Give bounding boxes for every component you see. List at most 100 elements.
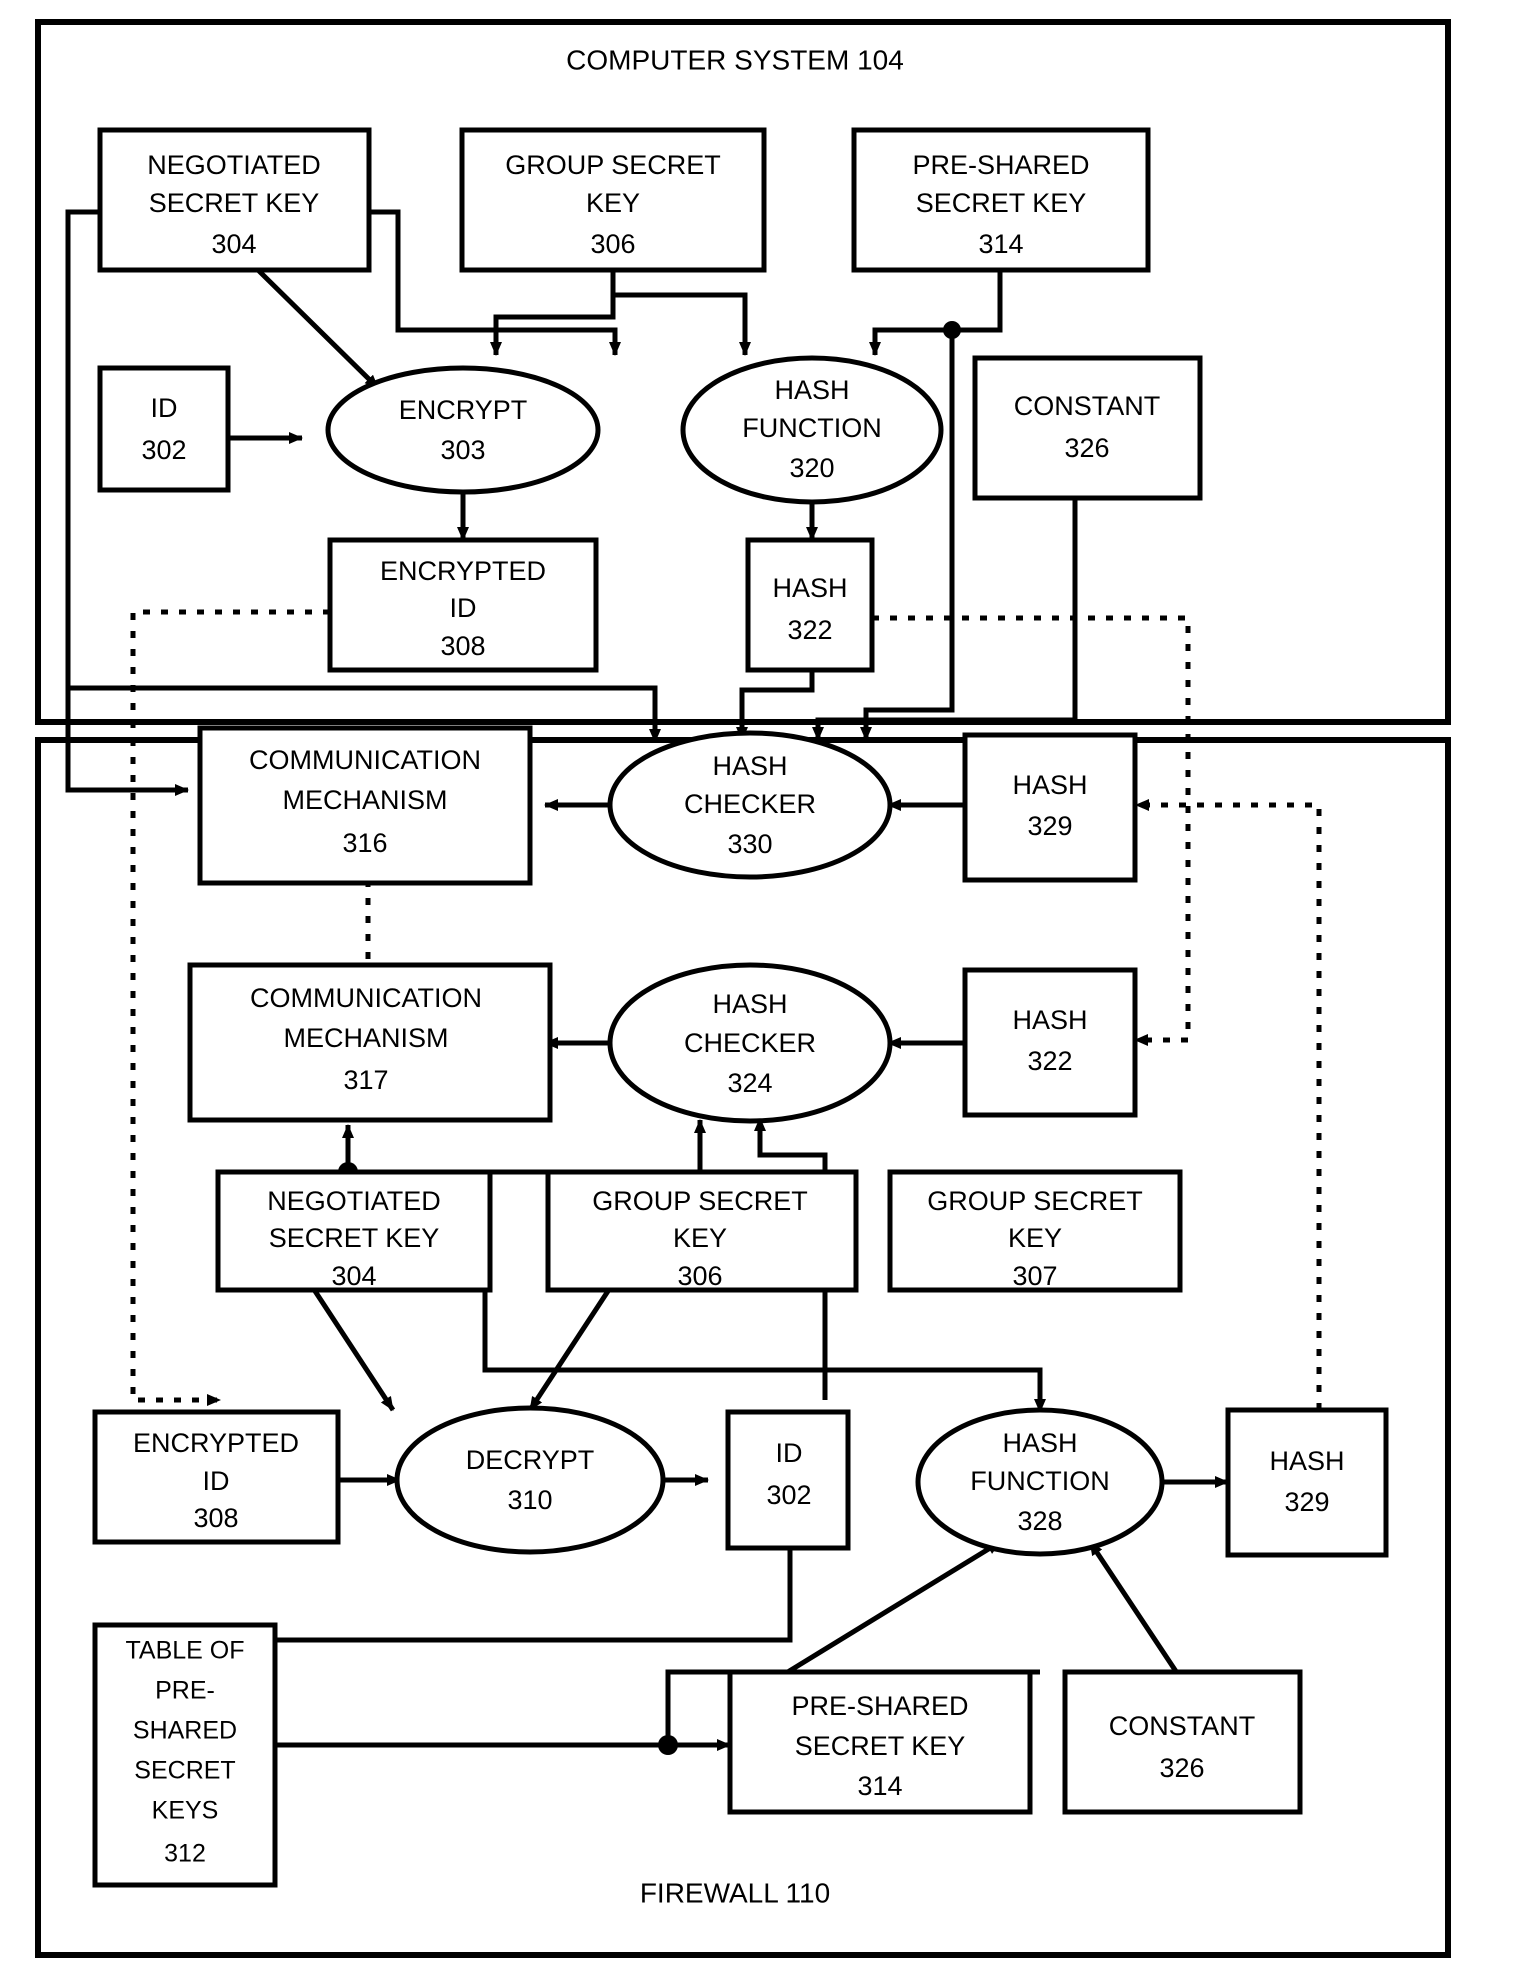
- node-line: HASH: [1002, 1428, 1077, 1458]
- node-line: HASH: [712, 989, 787, 1019]
- node-line: NEGOTIATED: [267, 1186, 441, 1216]
- node-pre-shared-secret-key-314-bottom: PRE-SHARED SECRET KEY 314: [727, 1669, 1033, 1815]
- node-encrypted-id-308-top: ENCRYPTED ID 308: [327, 537, 599, 673]
- node-pre-shared-secret-key-314: PRE-SHARED SECRET KEY 314: [851, 127, 1151, 273]
- node-line: 314: [978, 229, 1023, 259]
- node-line: ENCRYPTED: [133, 1428, 299, 1458]
- node-line: 302: [141, 435, 186, 465]
- node-hash-checker-324: HASH CHECKER 324: [607, 962, 893, 1124]
- node-id-302-top: ID 302: [97, 365, 231, 493]
- node-line: 326: [1159, 1753, 1204, 1783]
- node-line: 314: [857, 1771, 902, 1801]
- node-line: 329: [1027, 811, 1072, 841]
- node-line: ID: [151, 393, 178, 423]
- node-communication-mechanism-317: COMMUNICATION MECHANISM 317: [187, 962, 553, 1123]
- node-line: 303: [440, 435, 485, 465]
- node-line: 307: [1012, 1261, 1057, 1291]
- wire-nsk304b-to-hashchecker324: [348, 1119, 706, 1175]
- node-line: GROUP SECRET: [592, 1186, 808, 1216]
- node-line: 306: [590, 229, 635, 259]
- node-encrypt-303: ENCRYPT 303: [325, 365, 601, 495]
- node-line: PRE-SHARED: [791, 1691, 968, 1721]
- node-hash-322-top: HASH 322: [745, 537, 875, 673]
- node-line: 329: [1284, 1487, 1329, 1517]
- node-communication-mechanism-316: COMMUNICATION MECHANISM 316: [197, 725, 533, 886]
- wire-nsk304-to-comm316: [65, 209, 189, 796]
- node-group-secret-key-307: GROUP SECRET KEY 307: [887, 1169, 1183, 1293]
- node-line: CHECKER: [684, 1028, 816, 1058]
- node-line: ID: [203, 1466, 230, 1496]
- node-id-302-bottom: ID 302: [725, 1409, 851, 1551]
- node-line: 304: [331, 1261, 376, 1291]
- node-group-secret-key-306-bottom: GROUP SECRET KEY 306: [545, 1169, 859, 1293]
- node-hash-checker-330: HASH CHECKER 330: [607, 730, 893, 880]
- node-line: 320: [789, 453, 834, 483]
- node-line: 328: [1017, 1506, 1062, 1536]
- node-line: SECRET KEY: [149, 188, 320, 218]
- node-line: 312: [164, 1840, 206, 1868]
- node-line: 302: [766, 1480, 811, 1510]
- panel-title-computer-system: COMPUTER SYSTEM 104: [566, 44, 904, 75]
- wire-nsk304b-to-decrypt310: [310, 1286, 396, 1412]
- node-line: CONSTANT: [1109, 1711, 1256, 1741]
- node-line: TABLE OF: [125, 1637, 244, 1665]
- node-negotiated-secret-key-304: NEGOTIATED SECRET KEY 304: [97, 127, 372, 273]
- node-line: MECHANISM: [283, 1023, 448, 1053]
- node-line: 317: [343, 1065, 388, 1095]
- node-line: 322: [1027, 1046, 1072, 1076]
- node-line: HASH: [1269, 1446, 1344, 1476]
- node-hash-function-328: HASH FUNCTION 328: [915, 1407, 1165, 1557]
- node-constant-326-bottom: CONSTANT 326: [1062, 1669, 1303, 1815]
- node-negotiated-secret-key-304-bottom: NEGOTIATED SECRET KEY 304: [215, 1169, 493, 1293]
- node-line: KEYS: [152, 1797, 219, 1825]
- node-hash-function-320: HASH FUNCTION 320: [680, 355, 944, 505]
- node-line: COMMUNICATION: [249, 745, 481, 775]
- node-line: 308: [193, 1503, 238, 1533]
- node-line: ID: [450, 593, 477, 623]
- node-line: 324: [727, 1068, 772, 1098]
- node-line: 304: [211, 229, 256, 259]
- node-line: CONSTANT: [1014, 391, 1161, 421]
- panel-title-firewall: FIREWALL 110: [640, 1877, 830, 1908]
- node-line: MECHANISM: [282, 785, 447, 815]
- node-encrypted-id-308-bottom: ENCRYPTED ID 308: [92, 1409, 341, 1545]
- node-line: HASH: [1012, 1005, 1087, 1035]
- node-line: COMMUNICATION: [250, 983, 482, 1013]
- node-hash-329-bottom: HASH 329: [1225, 1407, 1389, 1558]
- wire-id302b-to-table312: [207, 1548, 793, 1689]
- node-line: NEGOTIATED: [147, 150, 321, 180]
- figure-canvas: COMPUTER SYSTEM 104 FIREWALL 110 ENCRYPT…: [0, 0, 1532, 1983]
- wire-gsk306b-to-decrypt310: [527, 1286, 613, 1412]
- node-hash-329-top: HASH 329: [962, 732, 1138, 883]
- node-line: PRE-: [155, 1677, 215, 1705]
- node-line: SECRET KEY: [269, 1223, 440, 1253]
- node-line: 322: [787, 615, 832, 645]
- node-line: GROUP SECRET: [927, 1186, 1143, 1216]
- node-line: HASH: [1012, 770, 1087, 800]
- node-line: SECRET KEY: [916, 188, 1087, 218]
- node-decrypt-310: DECRYPT 310: [394, 1405, 666, 1555]
- node-group-secret-key-306: GROUP SECRET KEY 306: [459, 127, 767, 273]
- wire-psk314-down: [952, 270, 1003, 333]
- node-line: HASH: [774, 375, 849, 405]
- node-line: SECRET: [134, 1757, 235, 1785]
- node-line: 306: [677, 1261, 722, 1291]
- node-line: SHARED: [133, 1717, 237, 1745]
- node-line: ID: [776, 1438, 803, 1468]
- node-line: KEY: [673, 1223, 727, 1253]
- node-line: HASH: [712, 751, 787, 781]
- node-line: GROUP SECRET: [505, 150, 721, 180]
- node-line: PRE-SHARED: [912, 150, 1089, 180]
- node-constant-326-top: CONSTANT 326: [972, 355, 1203, 501]
- node-table-of-pre-shared-secret-keys-312: TABLE OF PRE- SHARED SECRET KEYS 312: [92, 1622, 278, 1888]
- node-hash-322-bottom: HASH 322: [962, 967, 1138, 1118]
- node-line: CHECKER: [684, 789, 816, 819]
- wire-gsk306-to-hashfn320: [610, 270, 751, 356]
- node-line: HASH: [772, 573, 847, 603]
- wire-gsk306-to-encrypt: [490, 270, 616, 356]
- wire-dotted-hash329-bottom-to-top: [1135, 799, 1322, 1410]
- node-line: 310: [507, 1485, 552, 1515]
- node-line: FUNCTION: [742, 413, 881, 443]
- node-line: 326: [1064, 433, 1109, 463]
- node-line: 308: [440, 631, 485, 661]
